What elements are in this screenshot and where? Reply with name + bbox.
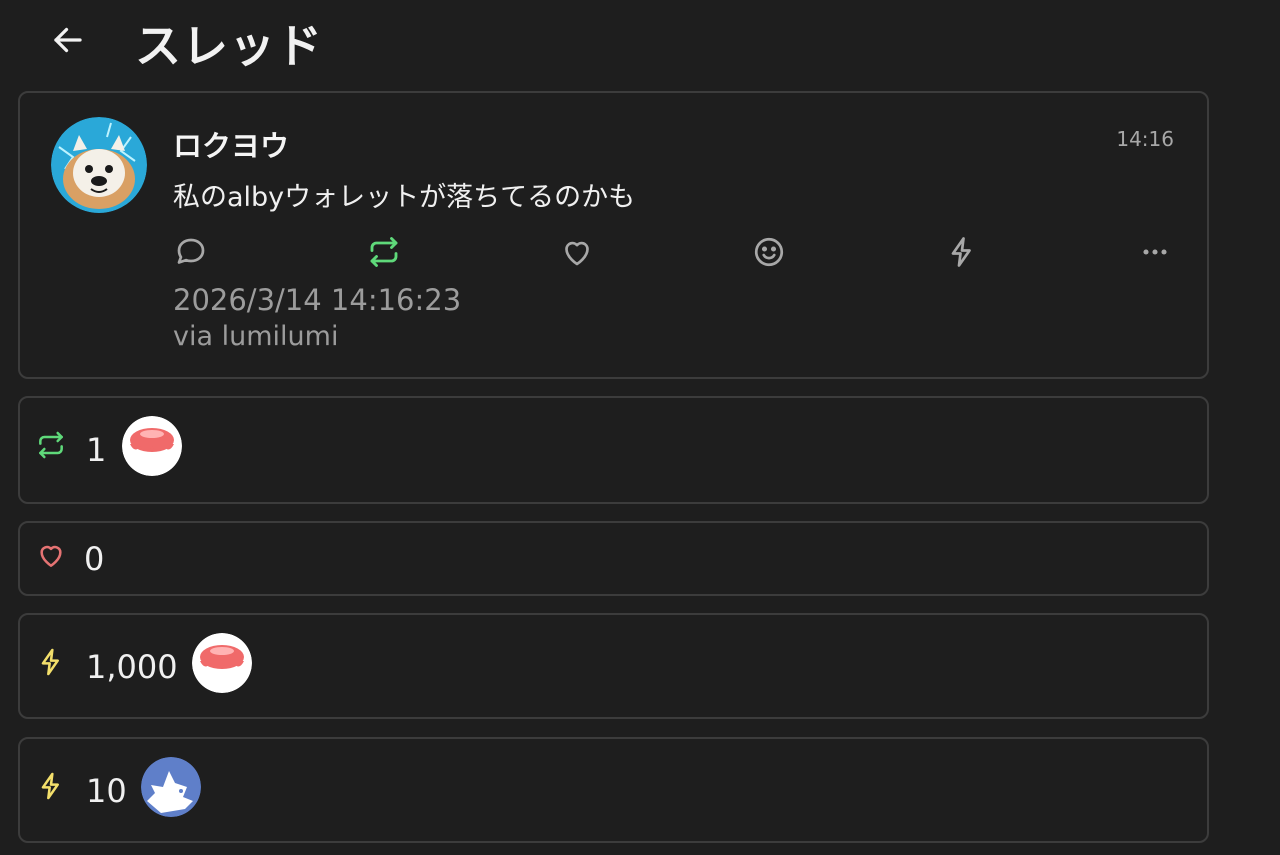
author-name[interactable]: ロクヨウ [173, 123, 289, 165]
zap-indicator [34, 769, 68, 803]
repost-summary-row[interactable]: 1 [18, 396, 1209, 504]
like-indicator [34, 538, 68, 572]
heart-icon [40, 545, 62, 567]
note-card: ロクヨウ 14:16 私のalbyウォレットが落ちてるのかも 2026/3/14… [18, 91, 1209, 379]
zapper-avatar[interactable] [141, 757, 201, 817]
like-count: 0 [84, 540, 105, 578]
reply-button[interactable] [170, 231, 212, 273]
more-icon [1143, 249, 1167, 255]
red-jellyfish-avatar [192, 633, 252, 693]
zap-icon [41, 772, 59, 800]
page-header: スレッド [0, 0, 1280, 82]
alpaca-avatar-image [51, 117, 147, 213]
like-button[interactable] [556, 231, 598, 273]
note-content: 私のalbyウォレットが落ちてるのかも [173, 182, 636, 213]
zapper-avatar[interactable] [192, 633, 252, 693]
zap-indicator [34, 645, 68, 679]
repost-icon [370, 237, 398, 267]
repost-button[interactable] [363, 231, 405, 273]
repost-icon [39, 431, 63, 459]
back-button[interactable] [44, 18, 92, 62]
emoji-reaction-icon [754, 237, 784, 267]
zap-amount: 1,000 [86, 648, 178, 686]
zap-icon [951, 237, 971, 267]
heart-icon [565, 241, 589, 266]
like-summary-row[interactable]: 0 [18, 521, 1209, 596]
repost-count: 1 [86, 431, 107, 469]
note-datetime: 2026/3/14 14:16:23 [173, 283, 462, 317]
more-button[interactable] [1134, 231, 1176, 273]
blue-bird-avatar [141, 757, 201, 817]
reply-icon [177, 238, 205, 264]
zap-summary-row[interactable]: 10 [18, 737, 1209, 843]
zap-summary-row[interactable]: 1,000 [18, 613, 1209, 719]
page-title: スレッド [135, 19, 323, 73]
reposter-avatar[interactable] [122, 416, 182, 476]
emoji-reaction-button[interactable] [748, 231, 790, 273]
note-actions [170, 231, 1180, 273]
zap-amount: 10 [86, 772, 127, 810]
client-via: via lumilumi [173, 321, 339, 352]
repost-indicator [34, 428, 68, 462]
zap-icon [41, 648, 59, 676]
red-jellyfish-avatar [122, 416, 182, 476]
arrow-left-icon [54, 27, 82, 53]
author-avatar[interactable] [51, 117, 147, 213]
zap-button[interactable] [941, 231, 983, 273]
post-time[interactable]: 14:16 [1116, 127, 1174, 151]
